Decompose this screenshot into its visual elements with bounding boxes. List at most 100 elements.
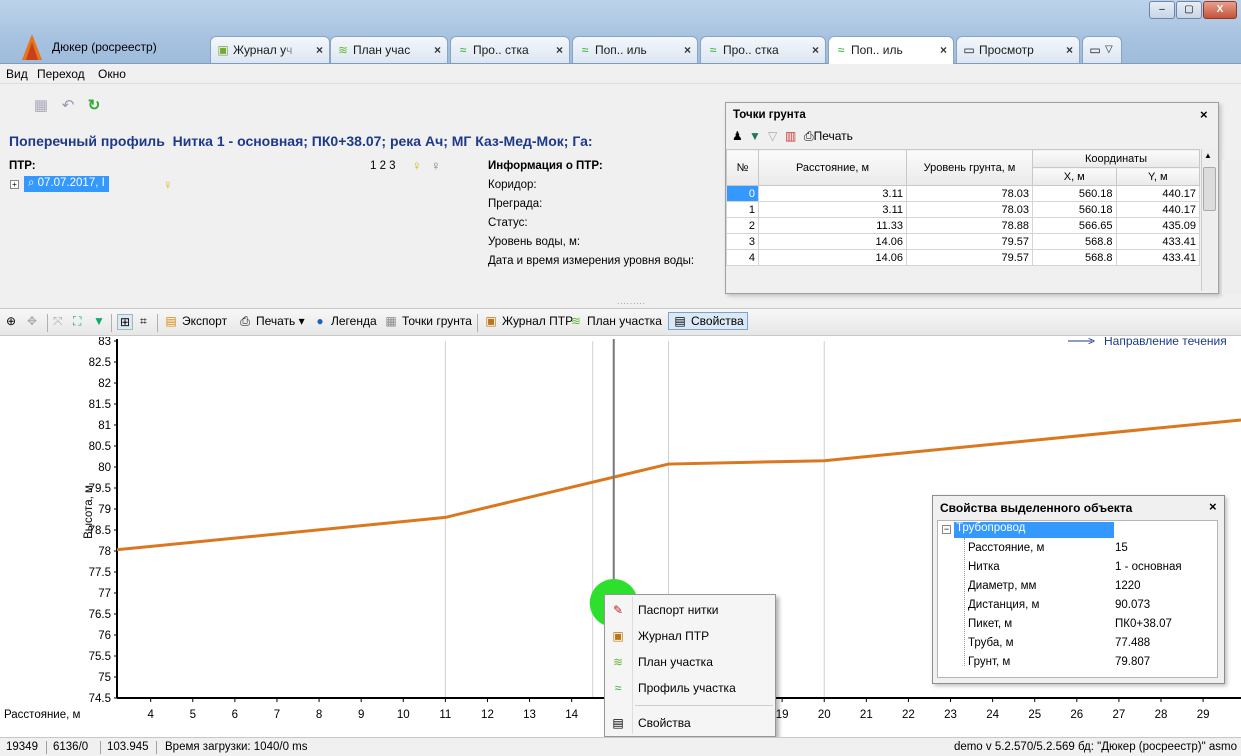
col-y[interactable]: Y, м <box>1115 167 1200 186</box>
journal-icon: ▣ <box>217 43 229 57</box>
tab-view-2[interactable]: ▭ ▽ <box>1082 36 1122 63</box>
menu-view[interactable]: Вид <box>6 67 28 81</box>
close-panel-icon[interactable]: × <box>1200 107 1208 122</box>
col-coords[interactable]: Координаты <box>1032 149 1200 168</box>
y-tick-label: 75.5 <box>89 651 111 663</box>
scroll-up-icon[interactable]: ▲ <box>1204 151 1212 160</box>
tabs-dropdown-icon[interactable]: ▽ <box>1105 37 1119 63</box>
col-distance[interactable]: Расстояние, м <box>758 149 907 186</box>
scroll-thumb[interactable] <box>1203 167 1216 211</box>
tree-collapse-icon[interactable]: − <box>942 525 951 534</box>
table-scrollbar[interactable]: ▲ <box>1201 149 1217 291</box>
menu-navigate[interactable]: Переход <box>37 67 85 81</box>
maximize-button[interactable]: ▢ <box>1176 1 1202 19</box>
close-tab-icon[interactable]: × <box>434 37 441 63</box>
crop-icon[interactable]: ⌗ <box>140 314 147 329</box>
refresh-icon[interactable]: ↻ <box>84 96 104 116</box>
table-row[interactable]: 2 11.33 78.88 566.65 435.09 <box>726 217 1200 234</box>
fit-icon[interactable]: ⤧ <box>53 314 63 329</box>
close-window-button[interactable]: X <box>1203 1 1237 19</box>
plan-icon: ≋ <box>337 43 349 57</box>
x-tick-label: 21 <box>860 709 873 721</box>
x-tick-label: 25 <box>1028 709 1041 721</box>
export-button[interactable]: ▤ Экспорт <box>163 314 227 328</box>
x-tick-label: 9 <box>358 709 364 721</box>
expand-icon[interactable]: ⛶ <box>73 314 81 329</box>
col-num[interactable]: № <box>726 149 759 186</box>
filter-icon[interactable]: ▼ <box>749 129 761 143</box>
plan-icon: ≋ <box>612 655 624 669</box>
menu-item-profile[interactable]: ≈ Профиль участка <box>605 677 775 699</box>
grid-icon[interactable]: ⊞ <box>117 314 134 330</box>
close-tab-icon[interactable]: × <box>556 37 563 63</box>
menu-item-passport[interactable]: ✎ Паспорт нитки <box>605 599 775 621</box>
close-tab-icon[interactable]: × <box>812 37 819 63</box>
clear-filter-icon[interactable]: ▽ <box>768 129 777 143</box>
properties-icon: ▤ <box>612 716 624 730</box>
zoom-icon[interactable]: ⊕ <box>6 314 16 328</box>
x-tick-label: 11 <box>439 709 451 721</box>
tab-profile-1[interactable]: ≈ Про.. стка × <box>450 36 570 63</box>
props-tree: − Трубопровод Расстояние, м 15 Нитка 1 -… <box>937 520 1218 678</box>
table-row[interactable]: 4 14.06 79.57 568.8 433.41 <box>726 249 1200 266</box>
properties-button[interactable]: ▤ Свойства <box>668 312 748 330</box>
ground-points-panel: Точки грунта × ♟ ▼ ▽ ▥ ⎙Печать № Расстоя… <box>725 102 1219 294</box>
tree-expander[interactable]: + <box>10 180 19 189</box>
close-panel-icon[interactable]: × <box>1209 499 1217 514</box>
tab-home[interactable]: Дюкер (росреестр) <box>52 40 157 54</box>
tab-journal[interactable]: ▣ Журнал уч × <box>210 36 330 63</box>
splitter-grip[interactable]: ......... <box>617 297 646 306</box>
tab-profile-3[interactable]: ≈ Про.. стка × <box>700 36 826 63</box>
props-root[interactable]: Трубопровод <box>954 522 1114 538</box>
ground-points-button[interactable]: ▦ Точки грунта <box>383 314 472 328</box>
table-row[interactable]: 0 3.11 78.03 560.18 440.17 <box>726 185 1200 202</box>
bulb-on-icon[interactable]: ♀ <box>412 158 426 173</box>
col-level[interactable]: Уровень грунта, м <box>906 149 1033 186</box>
ground-points-print[interactable]: ⎙Печать <box>804 129 853 144</box>
status-separator <box>46 741 47 754</box>
export-icon: ▤ <box>165 314 177 328</box>
print-button[interactable]: ⎙ Печать ▾ <box>237 314 304 329</box>
status-separator <box>100 741 101 754</box>
info-corridor: Коридор: <box>488 179 537 191</box>
upper-scrollbar[interactable] <box>1222 160 1241 294</box>
bulb-off-icon[interactable]: ♀ <box>431 158 445 173</box>
table-row[interactable]: 3 14.06 79.57 568.8 433.41 <box>726 233 1200 250</box>
binoculars-icon[interactable]: ♟ <box>732 129 743 143</box>
tab-cross-profile[interactable]: ≈ Поп.. иль × <box>828 36 954 64</box>
filter-icon[interactable]: ▼ <box>93 314 105 328</box>
col-x[interactable]: X, м <box>1032 167 1117 186</box>
info-status: Статус: <box>488 217 528 229</box>
y-tick-label: 76 <box>98 630 111 642</box>
table-row[interactable]: 1 3.11 78.03 560.18 440.17 <box>726 201 1200 218</box>
ptr-label: ПТР: <box>9 160 36 172</box>
profile-icon: ≈ <box>581 43 589 57</box>
tab-profile-2[interactable]: ≈ Поп.. иль × <box>572 36 698 63</box>
menu-item-plan[interactable]: ≋ План участка <box>605 651 775 673</box>
minimize-button[interactable]: – <box>1149 1 1175 19</box>
columns-icon[interactable]: ▥ <box>785 129 796 143</box>
tab-view[interactable]: ▭ Просмотр × <box>956 36 1080 63</box>
undo-icon[interactable]: ↶ <box>58 96 78 116</box>
close-tab-icon[interactable]: × <box>684 37 691 63</box>
plan-button[interactable]: ≋ План участка <box>568 314 662 328</box>
menu-item-properties[interactable]: ▤ Свойства <box>605 712 775 734</box>
prop-value: ПК0+38.07 <box>1115 618 1172 630</box>
menu-separator <box>635 705 773 706</box>
tab-plan[interactable]: ≋ План учас × <box>330 36 448 63</box>
ptr-tree-item[interactable]: ⌕ 07.07.2017, I <box>24 176 109 192</box>
y-tick-label: 81 <box>98 420 111 432</box>
menu-item-journal[interactable]: ▣ Журнал ПТР <box>605 625 775 647</box>
close-tab-icon[interactable]: × <box>316 37 323 63</box>
pan-icon[interactable]: ✥ <box>27 314 37 328</box>
close-tab-icon[interactable]: × <box>1066 37 1073 63</box>
menu-window[interactable]: Окно <box>98 67 126 81</box>
close-tab-icon[interactable]: × <box>940 37 947 63</box>
ptr-pages[interactable]: 1 2 3 <box>370 160 396 172</box>
y-tick-label: 78 <box>98 546 111 558</box>
legend-button[interactable]: ● Легенда <box>312 314 376 328</box>
save-icon[interactable]: ▦ <box>31 96 51 116</box>
journal-button[interactable]: ▣ Журнал ПТР <box>483 314 573 328</box>
toolbar-separator <box>111 314 112 332</box>
page-title: Поперечный профиль Нитка 1 - основная; П… <box>9 133 593 149</box>
